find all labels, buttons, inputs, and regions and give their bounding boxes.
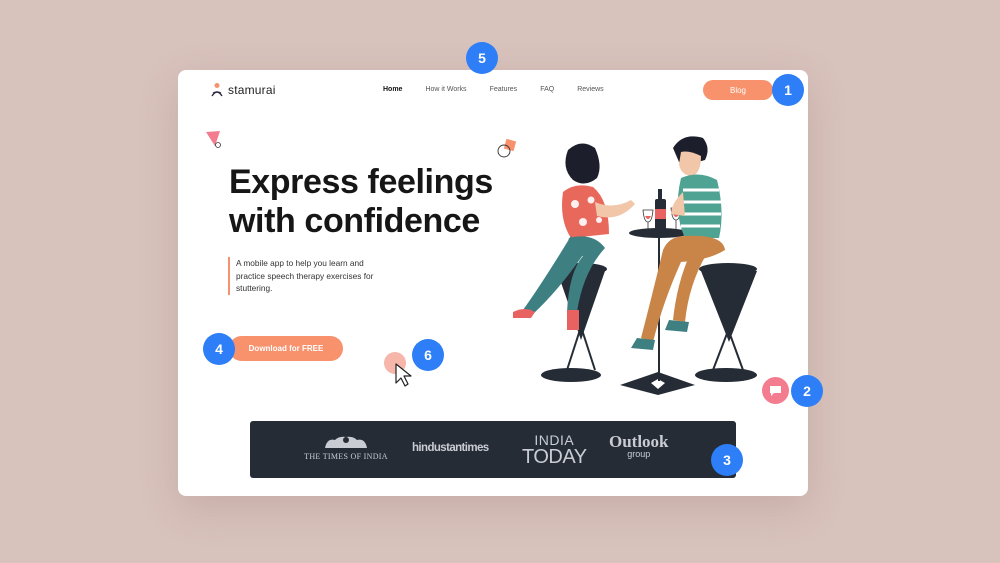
chat-widget-button[interactable] <box>762 377 789 404</box>
landing-page-card: stamurai Home How it Works Features FAQ … <box>178 70 808 496</box>
press-logo-india-today: INDIA TODAY <box>522 432 587 468</box>
nav-home[interactable]: Home <box>383 86 402 93</box>
hero-description: A mobile app to help you learn and pract… <box>228 257 388 295</box>
main-nav: Home How it Works Features FAQ Reviews <box>383 86 604 93</box>
annotation-badge-5: 5 <box>466 42 498 74</box>
brand-name: stamurai <box>228 83 276 97</box>
annotation-badge-3: 3 <box>711 444 743 476</box>
blog-button[interactable]: Blog <box>703 80 773 100</box>
annotation-badge-4: 4 <box>203 333 235 365</box>
download-button[interactable]: Download for FREE <box>229 336 343 361</box>
times-of-india-emblem-icon <box>325 436 367 448</box>
nav-features[interactable]: Features <box>490 86 518 93</box>
couple-illustration <box>513 136 757 395</box>
annotation-badge-2: 2 <box>791 375 823 407</box>
nav-faq[interactable]: FAQ <box>540 86 554 93</box>
annotation-badge-6: 6 <box>412 339 444 371</box>
stamurai-logo-icon <box>211 83 223 97</box>
nav-reviews[interactable]: Reviews <box>577 86 603 93</box>
hero-headline: Express feelings with confidence <box>229 163 493 241</box>
nav-how-it-works[interactable]: How it Works <box>425 86 466 93</box>
annotation-badge-1: 1 <box>772 74 804 106</box>
chat-icon <box>770 385 781 396</box>
press-logo-times-of-india: THE TIMES OF INDIA <box>303 434 389 461</box>
press-logo-hindustan-times: hindustantimes <box>412 442 489 454</box>
press-bar: THE TIMES OF INDIA hindustantimes INDIA … <box>250 421 736 478</box>
press-logo-outlook-group: Outlook group <box>609 432 669 459</box>
brand-logo[interactable]: stamurai <box>210 82 276 98</box>
triangle-decoration-icon <box>206 131 221 148</box>
headline-line-2: with confidence <box>229 202 480 240</box>
headline-line-1: Express feelings <box>229 163 493 201</box>
